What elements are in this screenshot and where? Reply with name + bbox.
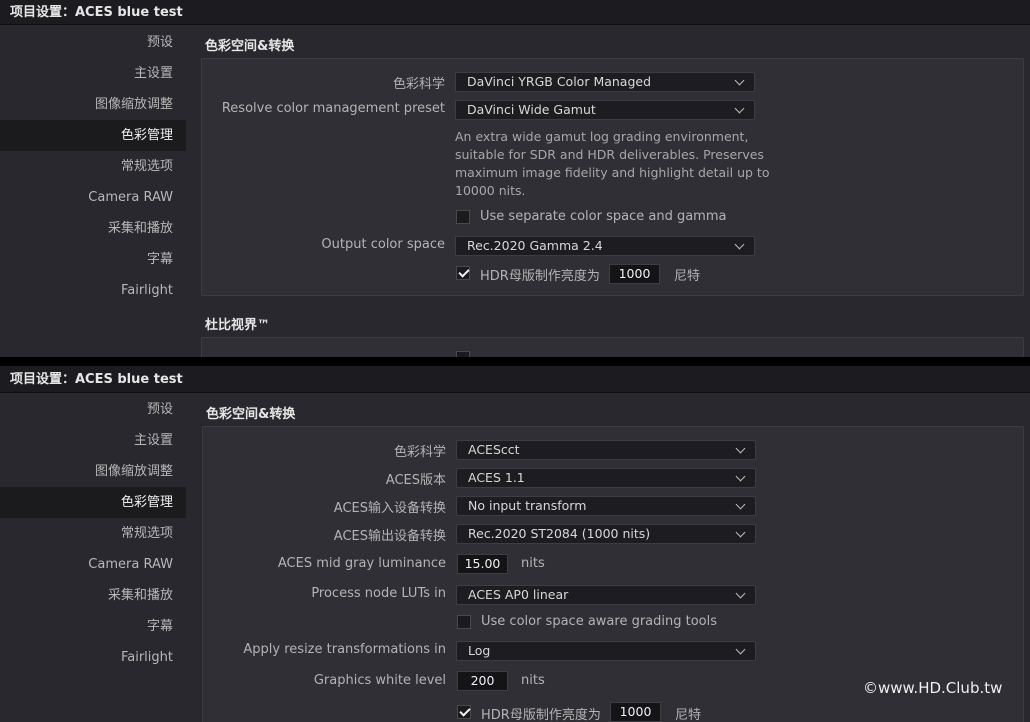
- sidebar-item-capture-playback[interactable]: 采集和播放: [0, 213, 186, 244]
- sidebar-item-master-settings[interactable]: 主设置: [0, 425, 186, 456]
- sidebar-item-camera-raw[interactable]: Camera RAW: [0, 549, 186, 580]
- project-settings-panel-top: 项目设置：ACES blue test 预设 主设置 图像缩放调整 色彩管理 常…: [0, 0, 1030, 357]
- sidebar-item-presets[interactable]: 预设: [0, 27, 186, 58]
- output-color-space-dropdown[interactable]: Rec.2020 Gamma 2.4: [455, 236, 755, 256]
- process-luts-label: Process node LUTs in: [311, 586, 446, 601]
- sidebar-item-general-options[interactable]: 常规选项: [0, 151, 186, 182]
- chevron-down-icon: [734, 103, 745, 114]
- description-line: 10000 nits.: [455, 183, 526, 198]
- resize-transform-dropdown[interactable]: Log: [456, 641, 756, 661]
- graphics-white-label: Graphics white level: [313, 673, 446, 688]
- hdr-mastering-label: HDR母版制作亮度为: [481, 708, 601, 722]
- description-line: suitable for SDR and HDR deliverables. P…: [455, 147, 764, 162]
- hdr-mastering-label: HDR母版制作亮度为: [480, 269, 600, 284]
- resize-transform-label: Apply resize transformations in: [243, 642, 446, 657]
- project-settings-panel-bottom: 项目设置：ACES blue test 预设 主设置 图像缩放调整 色彩管理 常…: [0, 366, 1030, 722]
- preset-description: An extra wide gamut log grading environm…: [455, 128, 769, 200]
- preset-value: DaVinci Wide Gamut: [467, 102, 596, 117]
- hdr-nits-input[interactable]: 1000: [610, 702, 661, 722]
- aces-version-value: ACES 1.1: [468, 470, 525, 485]
- process-luts-value: ACES AP0 linear: [468, 587, 569, 602]
- sidebar-item-color-management[interactable]: 色彩管理: [0, 120, 186, 151]
- aces-input-transform-dropdown[interactable]: No input transform: [456, 496, 756, 516]
- chevron-down-icon: [735, 471, 746, 482]
- hdr-nits-unit: 尼特: [675, 708, 702, 722]
- sidebar-item-capture-playback[interactable]: 采集和播放: [0, 580, 186, 611]
- description-line: maximum image fidelity and highlight det…: [455, 165, 770, 180]
- color-science-label: 色彩科学: [393, 445, 446, 460]
- output-color-space-value: Rec.2020 Gamma 2.4: [467, 238, 603, 253]
- chevron-down-icon: [735, 644, 746, 655]
- aces-version-dropdown[interactable]: ACES 1.1: [456, 468, 756, 488]
- sidebar-item-subtitles[interactable]: 字幕: [0, 244, 186, 275]
- color-space-aware-label: Use color space aware grading tools: [481, 614, 718, 629]
- sidebar-item-fairlight[interactable]: Fairlight: [0, 275, 186, 306]
- section-title-color-space: 色彩空间&转换: [206, 407, 296, 422]
- process-luts-dropdown[interactable]: ACES AP0 linear: [456, 585, 756, 605]
- section-title-dolby-vision: 杜比视界™: [205, 318, 271, 333]
- color-science-label: 色彩科学: [392, 77, 445, 92]
- aces-output-transform-dropdown[interactable]: Rec.2020 ST2084 (1000 nits): [456, 524, 756, 544]
- resize-transform-value: Log: [468, 643, 491, 658]
- mid-gray-input[interactable]: 15.00: [457, 554, 508, 574]
- chevron-down-icon: [735, 443, 746, 454]
- window-title: 项目设置：ACES blue test: [0, 366, 1030, 393]
- separate-color-space-label: Use separate color space and gamma: [480, 209, 727, 224]
- window-title: 项目设置：ACES blue test: [0, 0, 1030, 25]
- aces-output-transform-value: Rec.2020 ST2084 (1000 nits): [468, 526, 651, 541]
- dolby-vision-section: [201, 337, 1024, 357]
- watermark: ©www.HD.Club.tw: [863, 679, 1003, 697]
- preset-label: Resolve color management preset: [221, 101, 445, 116]
- chevron-down-icon: [735, 588, 746, 599]
- dolby-vision-checkbox[interactable]: [456, 351, 470, 357]
- sidebar-item-image-scaling[interactable]: 图像缩放调整: [0, 89, 186, 120]
- aces-version-label: ACES版本: [385, 473, 446, 488]
- graphics-white-unit: nits: [521, 673, 545, 688]
- aces-output-transform-label: ACES输出设备转换: [333, 529, 446, 544]
- color-science-value: ACEScct: [468, 442, 520, 457]
- hdr-mastering-checkbox[interactable]: [457, 705, 471, 719]
- hdr-mastering-checkbox[interactable]: [456, 266, 470, 280]
- sidebar-item-presets[interactable]: 预设: [0, 394, 186, 425]
- sidebar-item-subtitles[interactable]: 字幕: [0, 611, 186, 642]
- sidebar-item-general-options[interactable]: 常规选项: [0, 518, 186, 549]
- sidebar-item-camera-raw[interactable]: Camera RAW: [0, 182, 186, 213]
- hdr-nits-input[interactable]: 1000: [609, 264, 660, 284]
- preset-dropdown[interactable]: DaVinci Wide Gamut: [455, 100, 755, 120]
- aces-input-transform-value: No input transform: [468, 498, 587, 513]
- sidebar-item-image-scaling[interactable]: 图像缩放调整: [0, 456, 186, 487]
- color-science-dropdown[interactable]: DaVinci YRGB Color Managed: [455, 72, 755, 92]
- sidebar-item-master-settings[interactable]: 主设置: [0, 58, 186, 89]
- separate-color-space-checkbox[interactable]: [456, 210, 470, 224]
- color-science-value: DaVinci YRGB Color Managed: [467, 74, 652, 89]
- mid-gray-label: ACES mid gray luminance: [277, 556, 446, 571]
- output-color-space-label: Output color space: [321, 237, 445, 252]
- color-space-aware-checkbox[interactable]: [457, 615, 471, 629]
- section-title-color-space: 色彩空间&转换: [205, 39, 295, 54]
- mid-gray-unit: nits: [521, 556, 545, 571]
- sidebar-item-fairlight[interactable]: Fairlight: [0, 642, 186, 673]
- chevron-down-icon: [735, 527, 746, 538]
- chevron-down-icon: [735, 499, 746, 510]
- chevron-down-icon: [734, 239, 745, 250]
- graphics-white-input[interactable]: 200: [457, 671, 508, 691]
- description-line: An extra wide gamut log grading environm…: [455, 129, 749, 144]
- sidebar-item-color-management[interactable]: 色彩管理: [0, 487, 186, 518]
- aces-input-transform-label: ACES输入设备转换: [333, 501, 446, 516]
- hdr-nits-unit: 尼特: [674, 269, 701, 284]
- chevron-down-icon: [734, 75, 745, 86]
- color-science-dropdown[interactable]: ACEScct: [456, 440, 756, 460]
